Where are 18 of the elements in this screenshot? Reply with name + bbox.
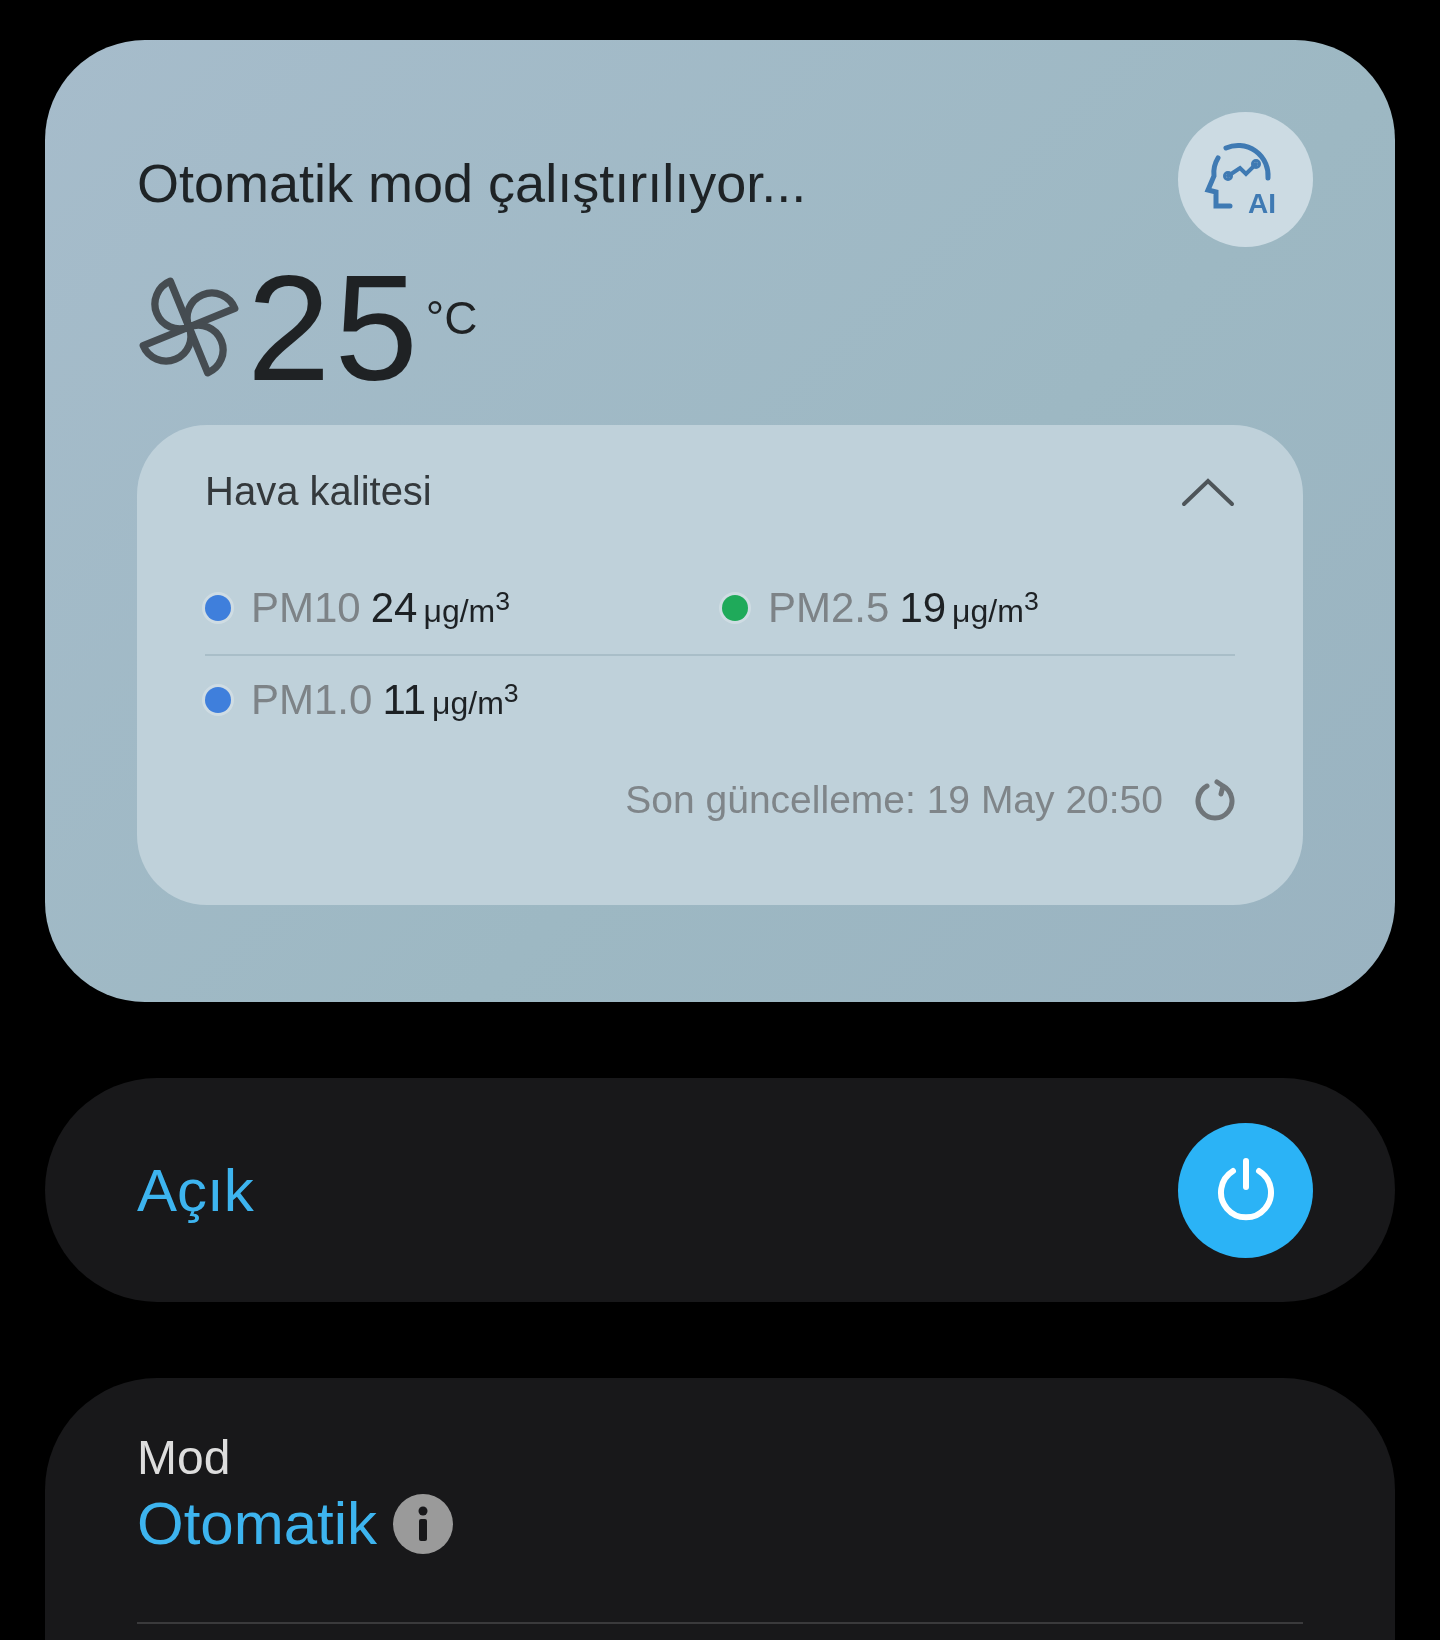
pm-label: PM2.5 [768, 584, 890, 632]
chevron-up-icon[interactable] [1181, 476, 1235, 507]
info-icon[interactable] [393, 1493, 454, 1554]
last-update-text: Son güncelleme: 19 May 20:50 [625, 778, 1163, 822]
air-quality-title: Hava kalitesi [205, 469, 432, 514]
pm-label: PM10 [251, 584, 361, 632]
pm-value: 24 μg/m$^{3}$ [370, 584, 511, 632]
mode-value[interactable]: Otomatik [137, 1489, 378, 1558]
fan-icon [137, 275, 241, 379]
mode-title: Mod [137, 1430, 232, 1485]
power-state-label: Açık [137, 1155, 254, 1225]
temperature-value: 25 [247, 253, 422, 403]
pm-label: PM1.0 [251, 676, 373, 724]
temperature-unit: °C [425, 291, 478, 345]
status-title: Otomatik mod çalıştırılıyor... [137, 152, 807, 214]
pm-value: 11 μg/m$^{3}$ [382, 676, 519, 724]
pm-value: 19 μg/m$^{3}$ [899, 584, 1039, 632]
refresh-icon[interactable] [1193, 778, 1235, 822]
